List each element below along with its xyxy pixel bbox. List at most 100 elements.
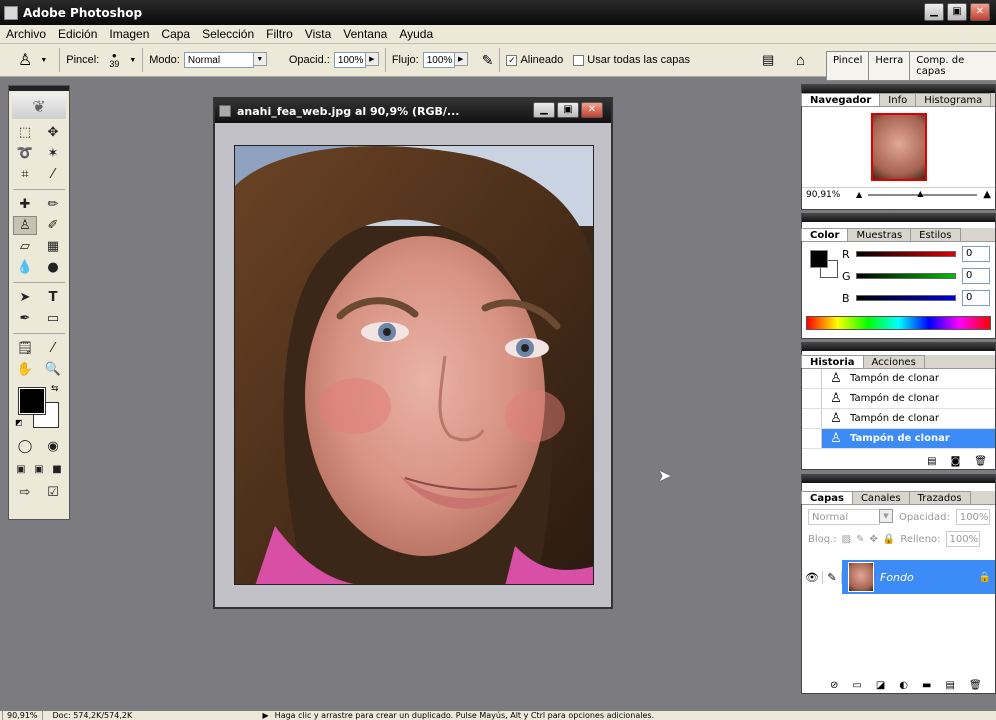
screen-mode-full-menu-icon[interactable]: ▣: [31, 460, 47, 479]
channel-b-input[interactable]: 0: [962, 290, 990, 306]
channel-r-input[interactable]: 0: [962, 246, 990, 262]
lock-transparency-icon[interactable]: ▨: [842, 534, 851, 545]
tab-swatches[interactable]: Muestras: [847, 228, 912, 241]
zoom-tool-icon[interactable]: 🔍: [41, 360, 65, 379]
brush-picker[interactable]: ● 39: [109, 51, 119, 69]
navigator-thumbnail[interactable]: [870, 113, 927, 181]
eye-visibility-icon[interactable]: 👁: [802, 571, 822, 584]
layer-row[interactable]: 👁 ✎ Fondo 🔒: [802, 559, 995, 595]
document-minimize-button[interactable]: ▁: [533, 102, 555, 118]
jump-to-imageready-icon[interactable]: ⇨: [13, 483, 37, 502]
file-browser-icon[interactable]: ⌂: [796, 52, 805, 69]
document-titlebar[interactable]: anahi_fea_web.jpg al 90,9% (RGB/... ▁ ▣ …: [215, 99, 611, 123]
palette-well-tab-tools[interactable]: Herra: [868, 51, 911, 81]
path-selection-tool-icon[interactable]: ➤: [13, 288, 37, 307]
close-button[interactable]: ✕: [970, 3, 990, 21]
airbrush-icon[interactable]: ✎: [482, 52, 494, 69]
channel-b-slider[interactable]: [856, 295, 956, 301]
delete-layer-icon[interactable]: 🗑: [969, 680, 982, 691]
brush-tool-icon[interactable]: ✏: [41, 195, 65, 214]
channel-r-slider[interactable]: [856, 251, 956, 257]
zoom-slider[interactable]: ▲: [868, 189, 978, 198]
tab-paths[interactable]: Trazados: [908, 491, 971, 504]
panel-header[interactable]: [802, 85, 995, 93]
quick-mask-mode-icon[interactable]: ◉: [41, 437, 65, 456]
dodge-tool-icon[interactable]: ●: [41, 258, 65, 277]
new-document-from-state-icon[interactable]: ▤: [927, 456, 936, 467]
zoom-out-icon[interactable]: ▲: [856, 190, 862, 199]
foreground-color-swatch[interactable]: [18, 387, 46, 415]
palette-well-tab-layer-comps[interactable]: Comp. de capas: [909, 51, 996, 81]
menu-ventana[interactable]: Ventana: [337, 27, 393, 41]
marquee-tool-icon[interactable]: ⬚: [13, 123, 37, 142]
pen-tool-icon[interactable]: ✒: [13, 309, 37, 328]
canvas-photo[interactable]: [234, 145, 594, 585]
status-doc-size[interactable]: Doc: 574,2K/574,2K: [53, 711, 223, 720]
palette-toggle-icon[interactable]: ▤: [762, 52, 774, 68]
color-spectrum-ramp[interactable]: [806, 316, 991, 330]
minimize-button[interactable]: ▁: [924, 3, 944, 21]
tab-histogram[interactable]: Histograma: [915, 93, 992, 106]
tab-actions[interactable]: Acciones: [862, 355, 925, 368]
maximize-button[interactable]: ▣: [947, 3, 967, 21]
tab-navigator[interactable]: Navegador: [801, 93, 881, 106]
layer-style-icon[interactable]: ▭: [852, 680, 861, 691]
magic-wand-tool-icon[interactable]: ✶: [41, 144, 65, 163]
swap-colors-icon[interactable]: ⇆: [51, 384, 59, 394]
new-snapshot-icon[interactable]: ◙: [951, 456, 961, 467]
panel-header[interactable]: [802, 343, 995, 351]
edit-in-imageready-icon[interactable]: ☑: [41, 483, 65, 502]
tab-info[interactable]: Info: [879, 93, 917, 106]
menu-vista[interactable]: Vista: [299, 27, 337, 41]
new-layer-icon[interactable]: ▤: [945, 680, 954, 691]
tab-color[interactable]: Color: [801, 228, 849, 241]
menu-filtro[interactable]: Filtro: [260, 27, 299, 41]
layer-mask-icon[interactable]: ◪: [876, 680, 885, 691]
blur-tool-icon[interactable]: 💧: [13, 258, 37, 277]
preset-dropdown-arrow-icon[interactable]: ▼: [40, 57, 47, 64]
tab-styles[interactable]: Estilos: [910, 228, 961, 241]
document-close-button[interactable]: ✕: [581, 102, 603, 118]
channel-g-slider[interactable]: [856, 273, 956, 279]
clone-stamp-tool-icon[interactable]: ♙: [13, 216, 37, 235]
flow-field[interactable]: 100% ▶: [422, 52, 468, 68]
blend-mode-select[interactable]: Normal ▼: [808, 509, 893, 525]
aligned-checkbox[interactable]: ✓ Alineado: [506, 54, 563, 66]
move-tool-icon[interactable]: ✥: [41, 123, 65, 142]
zoom-in-icon[interactable]: ▲: [983, 189, 991, 200]
layer-group-icon[interactable]: ▬: [922, 680, 931, 691]
menu-imagen[interactable]: Imagen: [103, 27, 155, 41]
opacity-field[interactable]: 100% ▶: [333, 52, 379, 68]
brush-dropdown-arrow-icon[interactable]: ▼: [129, 57, 136, 64]
trash-icon[interactable]: 🗑: [974, 456, 987, 467]
panel-header[interactable]: [802, 475, 995, 483]
slice-tool-icon[interactable]: ⁄: [41, 165, 65, 184]
notes-tool-icon[interactable]: 🗒: [13, 339, 37, 358]
history-item[interactable]: ♙ Tampón de clonar: [802, 369, 995, 389]
lock-all-icon[interactable]: 🔒: [883, 534, 895, 545]
adobe-feather-icon[interactable]: ❦: [12, 93, 66, 119]
menu-edicion[interactable]: Edición: [52, 27, 103, 41]
tab-layers[interactable]: Capas: [801, 491, 853, 504]
document-maximize-button[interactable]: ▣: [557, 102, 579, 118]
screen-mode-full-icon[interactable]: ■: [49, 460, 65, 479]
lasso-tool-icon[interactable]: ➰: [13, 144, 37, 163]
gradient-tool-icon[interactable]: ▦: [41, 237, 65, 256]
history-item-selected[interactable]: ♙ Tampón de clonar: [802, 429, 995, 449]
brush-link-icon[interactable]: ✎: [822, 570, 842, 584]
default-colors-icon[interactable]: ◩: [15, 418, 23, 427]
status-arrow-icon[interactable]: ▶: [263, 711, 269, 720]
panel-header[interactable]: [802, 214, 995, 222]
tab-history[interactable]: Historia: [801, 355, 864, 368]
healing-brush-tool-icon[interactable]: ✚: [13, 195, 37, 214]
mode-select[interactable]: Normal ▼: [183, 52, 267, 68]
color-foreground-swatch[interactable]: [810, 250, 828, 268]
menu-capa[interactable]: Capa: [155, 27, 196, 41]
shape-tool-icon[interactable]: ▭: [41, 309, 65, 328]
layer-opacity-input[interactable]: 100%: [955, 509, 990, 525]
clone-stamp-tool-preset-icon[interactable]: ♙: [18, 50, 32, 70]
type-tool-icon[interactable]: T: [41, 288, 65, 307]
adjustment-layer-icon[interactable]: ◐: [899, 680, 908, 691]
eyedropper-tool-icon[interactable]: ⁄: [41, 339, 65, 358]
crop-tool-icon[interactable]: ⌗: [13, 165, 37, 184]
